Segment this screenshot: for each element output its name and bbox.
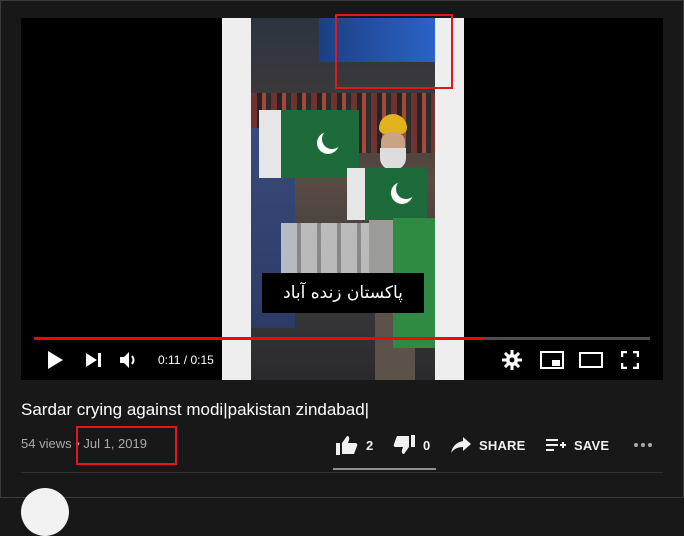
like-button[interactable]: 2: [336, 431, 373, 459]
dislike-button[interactable]: 0: [393, 431, 430, 459]
next-button[interactable]: [83, 340, 105, 380]
pakistan-flag-left: [259, 110, 359, 178]
divider: [21, 472, 663, 473]
time-display: 0:11 / 0:15: [158, 340, 214, 380]
miniplayer-icon: [540, 351, 564, 369]
save-button[interactable]: SAVE: [546, 431, 609, 459]
miniplayer-button[interactable]: [539, 340, 565, 380]
upload-date: Jul 1, 2019: [83, 436, 147, 451]
theater-mode-button[interactable]: [578, 340, 604, 380]
video-subtitle: پاکستان زنده آباد: [262, 273, 424, 313]
video-scene: [251, 18, 435, 380]
dislike-icon: [393, 435, 415, 454]
pakistan-flag-right: [347, 168, 427, 220]
save-icon: [546, 439, 566, 451]
like-count: 2: [366, 437, 374, 453]
like-ratio-bar: [333, 468, 436, 470]
dislike-count: 0: [423, 437, 431, 453]
share-icon: [451, 437, 471, 453]
view-count: 54 views: [21, 436, 72, 451]
beard: [380, 148, 406, 170]
time-separator: /: [180, 353, 191, 367]
fullscreen-button[interactable]: [619, 340, 641, 380]
volume-button[interactable]: [119, 340, 141, 380]
meta-dot: •: [71, 436, 84, 451]
volume-icon: [120, 352, 135, 368]
play-button[interactable]: [43, 340, 67, 380]
video-player[interactable]: پاکستان زنده آباد 0:11 / 0:15: [21, 18, 663, 380]
stadium-sign: [319, 18, 435, 62]
share-label: SHARE: [479, 437, 526, 453]
duration: 0:15: [190, 353, 214, 367]
like-icon: [336, 436, 358, 455]
channel-avatar[interactable]: [21, 488, 69, 536]
video-meta: 54 views • Jul 1, 2019: [21, 436, 147, 451]
more-icon: [634, 443, 652, 447]
more-actions-button[interactable]: [633, 431, 653, 459]
player-controls: 0:11 / 0:15: [21, 340, 663, 380]
next-icon: [86, 353, 101, 367]
play-icon: [48, 351, 63, 369]
video-frame[interactable]: پاکستان زنده آباد: [222, 18, 464, 380]
turban: [379, 114, 407, 134]
fullscreen-icon: [621, 351, 639, 369]
save-label: SAVE: [574, 437, 610, 453]
share-button[interactable]: SHARE: [451, 431, 526, 459]
theater-icon: [579, 352, 603, 368]
video-title: Sardar crying against modi|pakistan zind…: [21, 400, 370, 419]
settings-icon: [502, 350, 522, 370]
current-time: 0:11: [158, 353, 181, 367]
settings-button[interactable]: [501, 340, 523, 380]
